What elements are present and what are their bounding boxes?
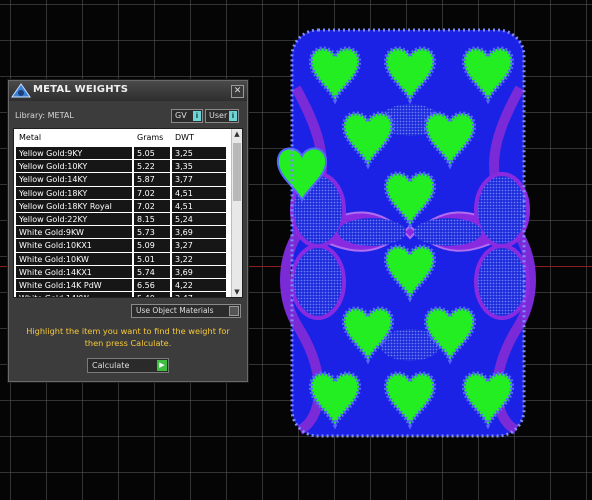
cell-dwt: 4,51 [172,199,226,212]
table-header: Metal Grams DWT [14,129,230,146]
cell-grams: 7.02 [134,199,170,212]
scroll-down-icon[interactable]: ▼ [232,287,242,297]
metal-weights-panel[interactable]: METAL WEIGHTS ✕ Library: METAL GV i User… [8,80,248,382]
use-object-materials-label: Use Object Materials [136,306,214,315]
scroll-up-icon[interactable]: ▲ [232,129,242,139]
gv-library-toggle[interactable]: GV i [171,109,203,123]
mesh-oval [474,244,530,320]
use-object-materials-button[interactable]: Use Object Materials [131,304,241,318]
cell-dwt: 4,51 [172,186,226,199]
cell-dwt: 3,69 [172,265,226,278]
cell-dwt: 3,35 [172,160,226,173]
info-icon: i [229,111,237,121]
table-row[interactable]: Yellow Gold:10KY 5.22 3,35 [14,160,230,173]
table-row[interactable]: Yellow Gold:18KY Royal 7.02 4,51 [14,199,230,213]
table-row[interactable]: White Gold:14KW5.403,47 [14,292,230,297]
user-toggle-label: User [209,111,228,120]
materials-icon [229,306,239,316]
mesh-oval [338,218,406,246]
cell-metal: Yellow Gold:22KY [16,212,132,226]
cell-metal: Yellow Gold:14KY [16,173,132,186]
play-arrow-icon: ▶ [157,360,167,371]
cell-dwt: 3,25 [172,147,226,160]
cell-grams: 5.74 [134,265,170,278]
close-icon: ✕ [233,86,242,96]
cell-grams: 5.01 [134,252,170,265]
cell-grams: 8.15 [134,212,170,226]
cell-metal: White Gold:9KW [16,226,132,239]
info-icon: i [193,111,201,121]
calculate-button[interactable]: Calculate ▶ [87,358,169,373]
table-row[interactable]: Yellow Gold:18KY 7.02 4,51 [14,186,230,200]
scroll-thumb[interactable] [233,143,241,201]
column-header-dwt[interactable]: DWT [175,133,194,142]
cell-dwt: 5,24 [172,212,226,226]
table-row[interactable]: White Gold:10KX1 5.09 3,27 [14,239,230,252]
mesh-oval [414,218,482,246]
cell-metal: Yellow Gold:18KY [16,186,132,199]
cell-dwt: 3,27 [172,239,226,252]
table-row[interactable]: White Gold:9KW 5.73 3,69 [14,226,230,239]
cell-metal: White Gold:10KW [16,252,132,265]
table-row[interactable]: White Gold:14K PdW 6.56 4,22 [14,278,230,292]
cell-dwt: 3,47 [172,292,226,297]
panel-titlebar[interactable]: METAL WEIGHTS ✕ [9,81,247,101]
table-row[interactable]: White Gold:14KX1 5.74 3,69 [14,265,230,279]
table-body: Yellow Gold:9KY 5.05 3,25 Yellow Gold:10KY 5… [14,147,230,297]
cell-grams: 5.22 [134,160,170,173]
user-library-toggle[interactable]: User i [205,109,239,123]
cell-grams: 5.40 [134,292,170,297]
cell-metal: Yellow Gold:9KY [16,147,132,160]
app-logo-icon [11,83,31,98]
gv-toggle-label: GV [175,111,187,120]
cell-metal: Yellow Gold:18KY Royal [16,199,132,212]
cell-metal: Yellow Gold:10KY [16,160,132,173]
cell-grams: 5.87 [134,173,170,186]
panel-title: METAL WEIGHTS [33,84,129,95]
column-header-metal[interactable]: Metal [19,133,41,142]
cell-metal: White Gold:10KX1 [16,239,132,252]
cell-metal: White Gold:14K PdW [16,278,132,292]
column-header-grams[interactable]: Grams [137,133,163,142]
cell-grams: 7.02 [134,186,170,199]
mesh-oval [290,244,346,320]
cell-dwt: 4,22 [172,278,226,292]
cell-grams: 6.56 [134,278,170,292]
cell-grams: 5.09 [134,239,170,252]
close-button[interactable]: ✕ [231,85,244,98]
cell-grams: 5.05 [134,147,170,160]
hint-text: Highlight the item you want to find the … [26,326,230,348]
library-label: Library: METAL [15,111,74,120]
table-scrollbar[interactable]: ▲ ▼ [231,129,242,297]
mesh-oval [474,172,530,248]
table-row[interactable]: White Gold:10KW 5.01 3,22 [14,252,230,266]
cell-dwt: 3,77 [172,173,226,186]
metal-table[interactable]: Metal Grams DWT Yellow Gold:9KY 5.05 3,25 Y… [13,128,243,298]
table-row[interactable]: Yellow Gold:14KY 5.87 3,77 [14,173,230,186]
cell-metal: White Gold:14KW [16,292,132,297]
cell-grams: 5.73 [134,226,170,239]
table-row[interactable]: Yellow Gold:9KY 5.05 3,25 [14,147,230,160]
cell-dwt: 3,69 [172,226,226,239]
cell-metal: White Gold:14KX1 [16,265,132,278]
table-row[interactable]: Yellow Gold:22KY 8.15 5,24 [14,212,230,226]
cell-dwt: 3,22 [172,252,226,265]
calculate-label: Calculate [92,361,130,370]
